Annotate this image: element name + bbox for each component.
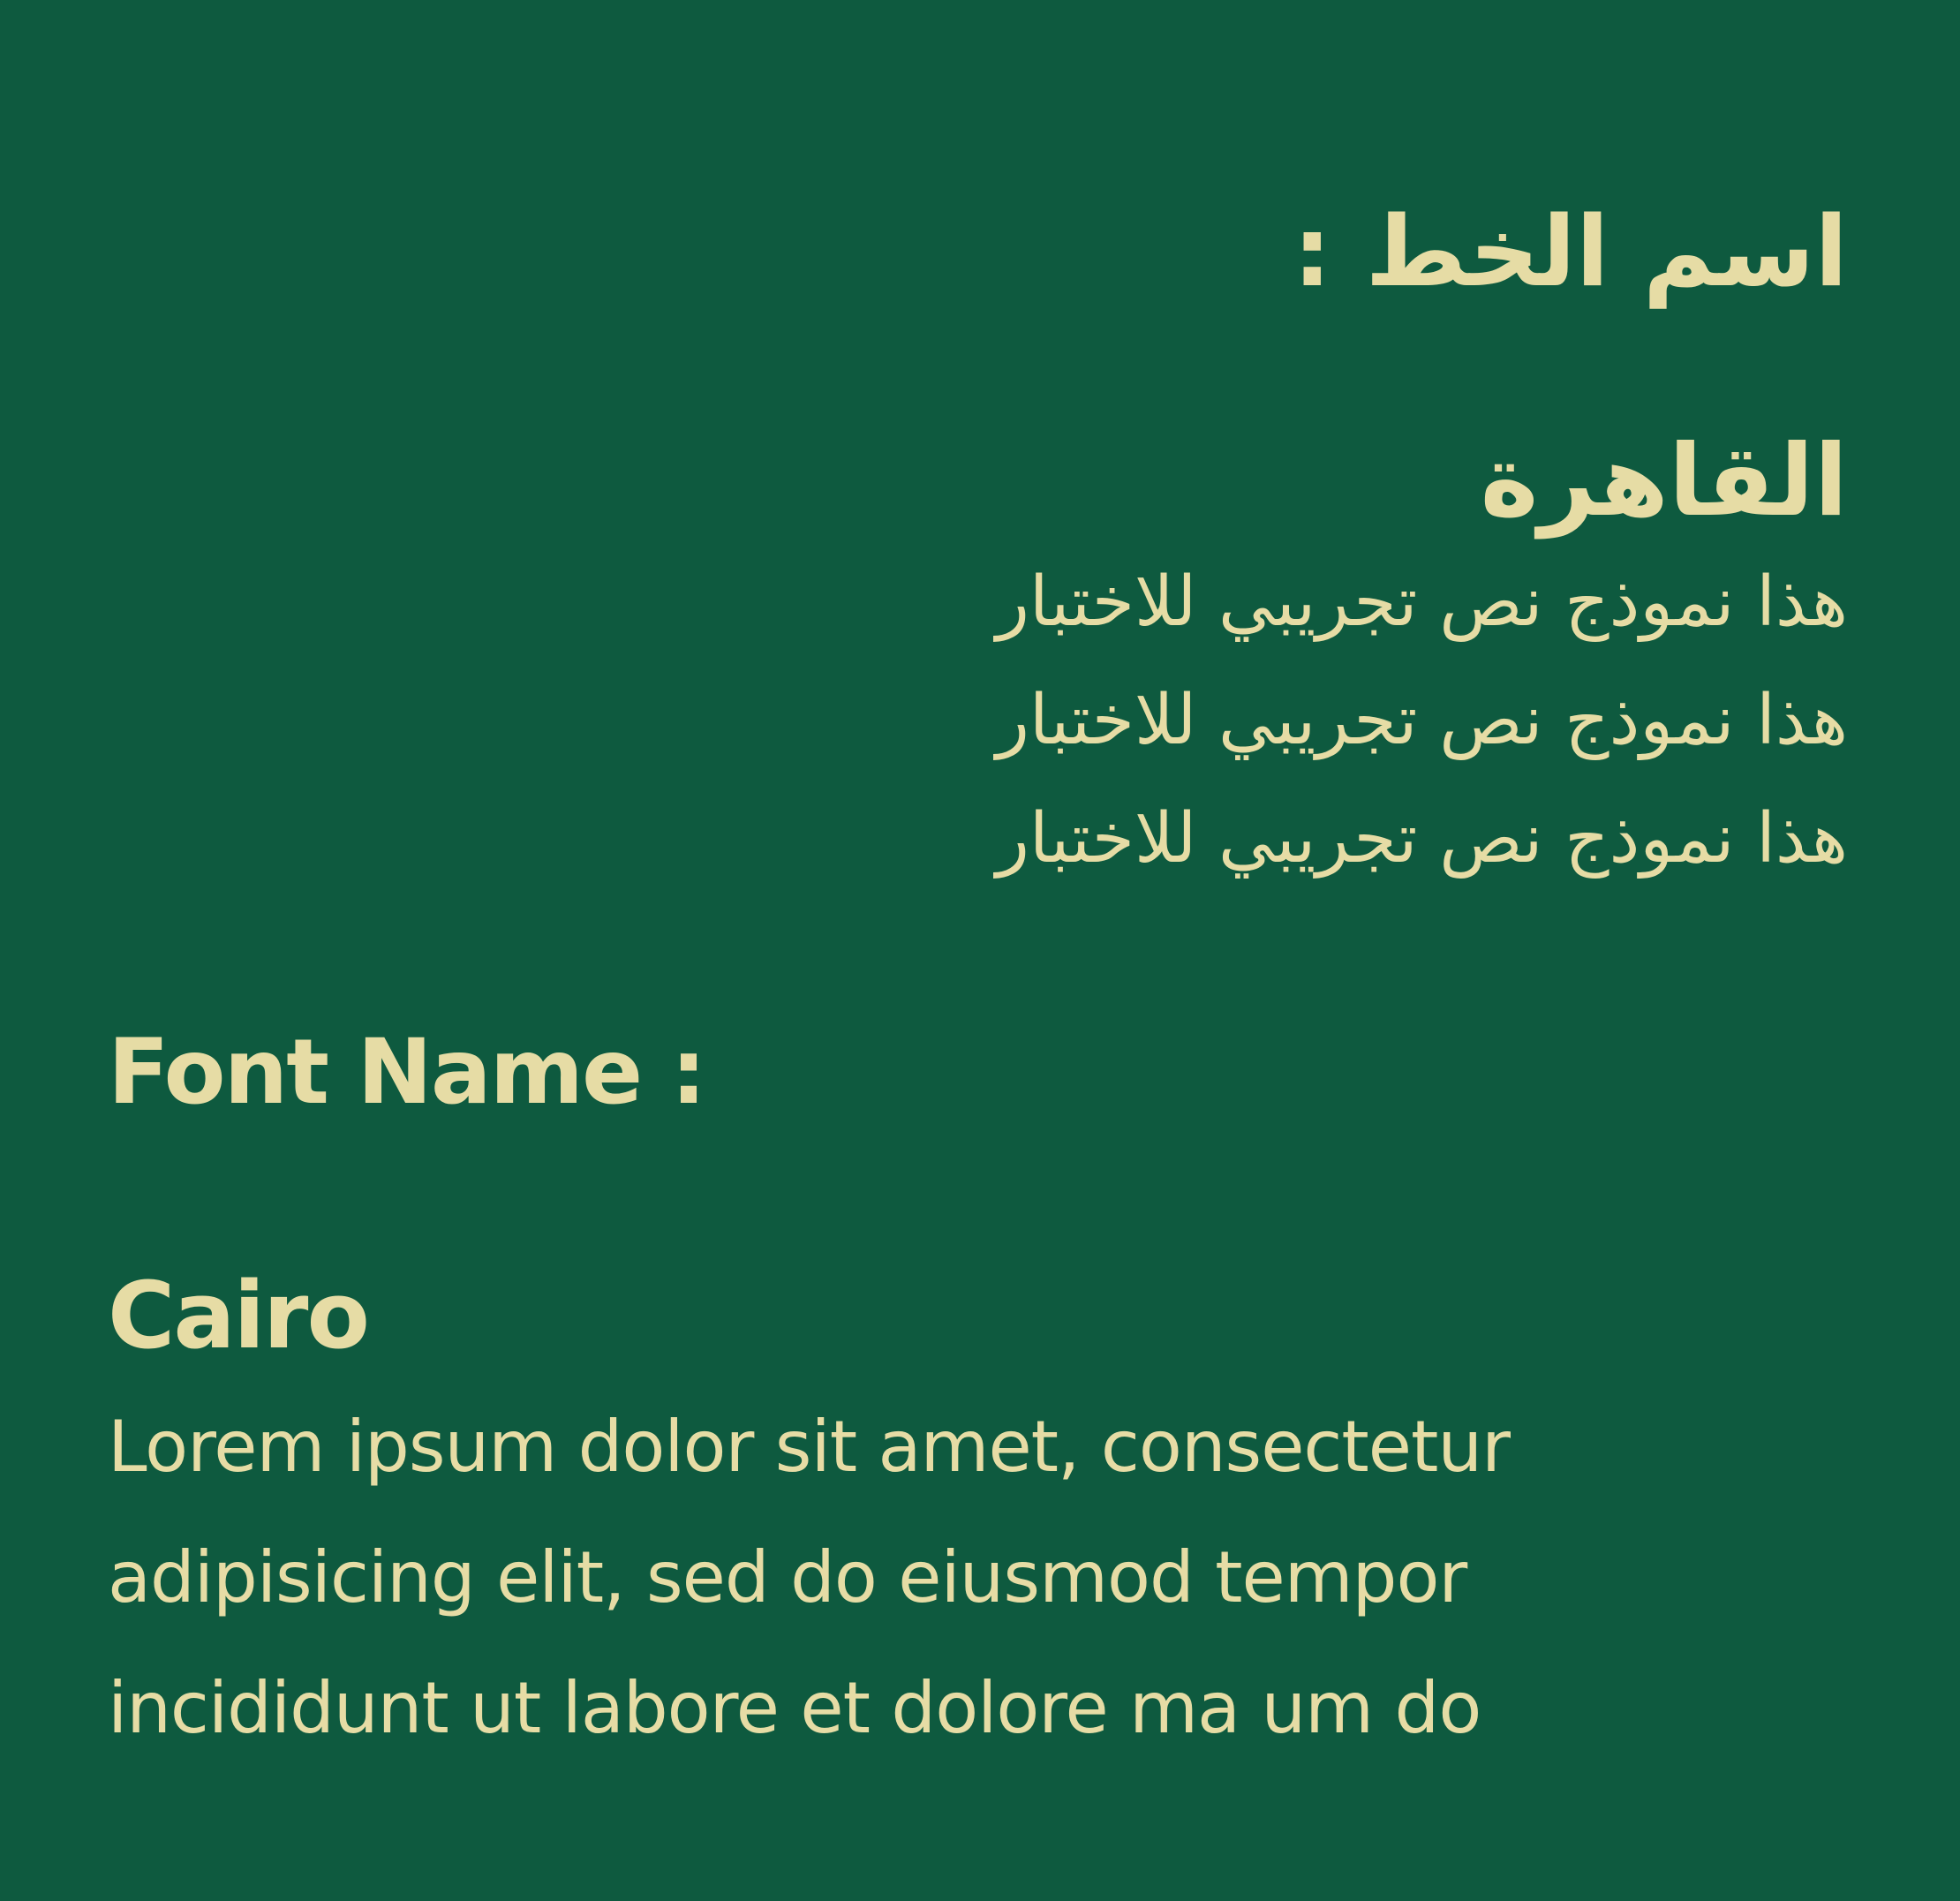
arabic-sample-line: هذا نموذج نص تجريبي للاختبار — [996, 681, 1848, 760]
english-sample-text: Lorem ipsum dolor sit amet, consectetur … — [108, 1382, 1609, 1774]
arabic-specimen: اسم الخط : القاهرة هذا نموذج نص تجريبي ل… — [700, 185, 1848, 898]
font-specimen-page: اسم الخط : القاهرة هذا نموذج نص تجريبي ل… — [0, 0, 1960, 1901]
english-heading: Font Name : — [108, 1020, 706, 1125]
english-sample-line: incididunt ut labore et dolore ma um do — [108, 1667, 1481, 1749]
english-sample-line: adipisicing elit, sed do eiusmod tempor — [108, 1536, 1467, 1618]
english-specimen: Font Name : Cairo Lorem ipsum dolor sit … — [108, 1015, 1609, 1774]
english-sample-line: Lorem ipsum dolor sit amet, consectetur — [108, 1406, 1511, 1488]
arabic-heading: اسم الخط : — [1293, 195, 1848, 308]
arabic-font-name: القاهرة — [1480, 424, 1848, 539]
arabic-sample-line: هذا نموذج نص تجريبي للاختبار — [996, 562, 1848, 642]
english-font-name: Cairo — [108, 1262, 370, 1369]
arabic-sample-text: هذا نموذج نص تجريبي للاختبار هذا نموذج ن… — [700, 543, 1848, 898]
arabic-sample-line: هذا نموذج نص تجريبي للاختبار — [996, 799, 1848, 879]
